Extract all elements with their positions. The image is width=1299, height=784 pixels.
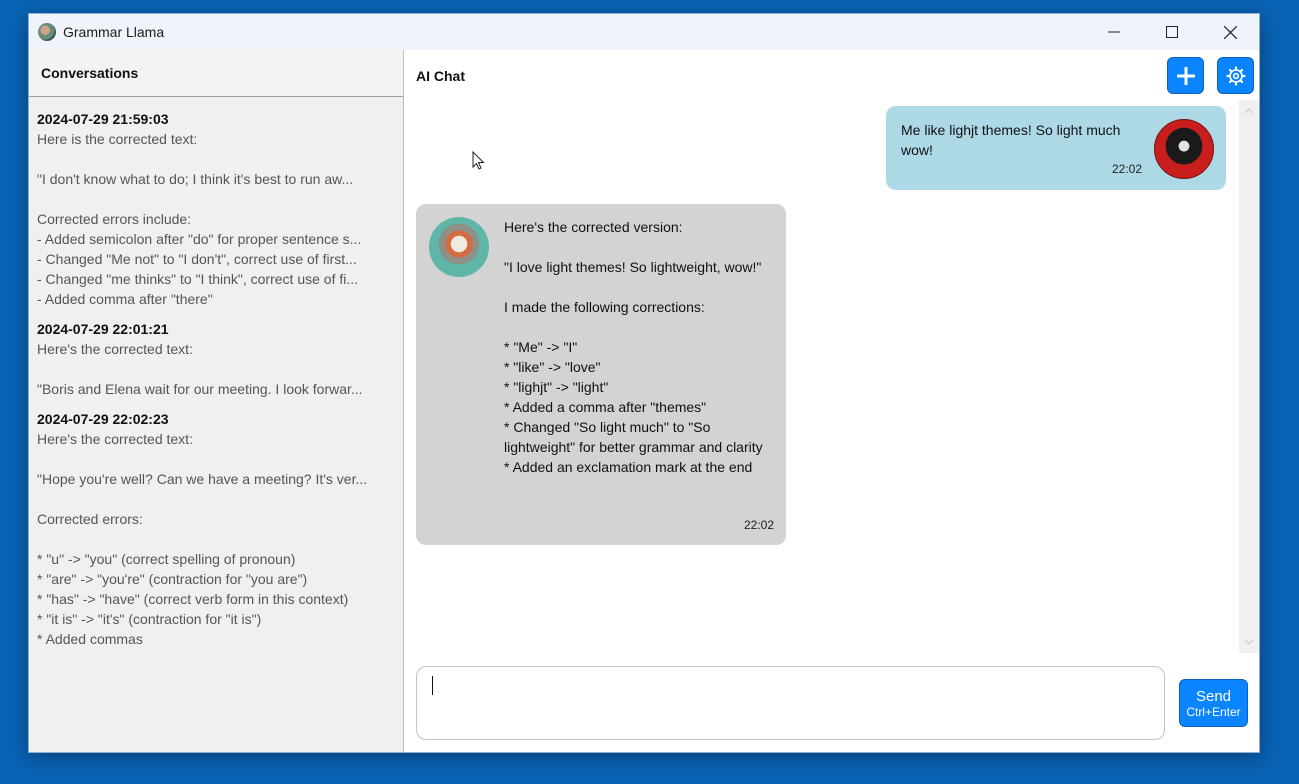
conversation-preview-line [37,189,387,209]
assistant-message-text: Here's the corrected version: "I love lig… [504,217,779,477]
conversation-preview-line: Corrected errors: [37,511,143,527]
assistant-avatar [429,217,489,277]
app-logo-icon [38,23,56,41]
conversation-preview-line: Corrected errors include: [37,211,192,227]
conversation-list: 2024-07-29 21:59:03 Here is the corrected… [29,97,403,649]
gear-icon [1225,65,1246,86]
conversation-preview-line [37,359,387,379]
conversation-preview-line: "Boris and Elena wait for our meeting. I… [37,381,363,397]
conversation-item[interactable]: 2024-07-29 22:01:21 Here's the corrected … [37,319,403,399]
chat-scrollbar[interactable] [1239,100,1259,653]
assistant-message-line: "I love light themes! So lightweight, wo… [504,259,762,275]
plus-icon [1176,66,1195,85]
chat-panel: AI Chat Me like lighjt themes! So light … [404,50,1259,752]
assistant-message: Here's the corrected version: "I love lig… [416,204,786,545]
new-chat-button[interactable] [1167,57,1204,94]
conversation-date: 2024-07-29 22:01:21 [37,321,169,337]
conversation-item[interactable]: 2024-07-29 22:02:23 Here's the corrected … [37,409,403,649]
send-button[interactable]: Send Ctrl+Enter [1179,679,1248,727]
text-caret [432,676,433,695]
minimize-button[interactable] [1085,14,1143,50]
scroll-up-icon [1244,108,1254,114]
user-avatar [1154,119,1214,179]
chat-title: AI Chat [416,68,465,84]
minimize-icon [1108,31,1120,33]
assistant-message-line [504,317,779,337]
conversation-preview-line: - Added semicolon after "do" for proper … [37,231,362,247]
conversation-preview-line: * Added commas [37,631,143,647]
assistant-message-line: Here's the corrected version: [504,219,683,235]
conversation-preview-line: * "has" -> "have" (correct verb form in … [37,591,349,607]
close-icon [1223,25,1237,39]
message-list[interactable]: Me like lighjt themes! So light much wow… [404,100,1239,653]
assistant-message-line: * "lighjt" -> "light" [504,379,609,395]
scroll-down-icon [1244,639,1254,645]
conversation-preview-line: * "u" -> "you" (correct spelling of pron… [37,551,296,567]
conversation-date: 2024-07-29 21:59:03 [37,111,169,127]
close-button[interactable] [1201,14,1259,50]
title-bar[interactable]: Grammar Llama [29,14,1259,50]
conversation-item[interactable]: 2024-07-29 21:59:03 Here is the corrected… [37,109,403,309]
send-button-label: Send [1195,688,1232,705]
conversation-preview-line: "Hope you're well? Can we have a meeting… [37,471,368,487]
assistant-message-line: * Changed "So light much" to "So lightwe… [504,419,763,455]
conversation-date: 2024-07-29 22:02:23 [37,411,169,427]
mouse-pointer-icon [472,151,485,170]
conversation-preview-line [37,449,387,469]
conversation-preview-line: - Changed "me thinks" to "I think", corr… [37,271,359,287]
conversations-sidebar: Conversations 2024-07-29 21:59:03 Here is… [29,50,404,752]
conversation-preview-line: Here's the corrected text: [37,431,193,447]
maximize-button[interactable] [1143,14,1201,50]
conversation-preview-line: "I don't know what to do; I think it's b… [37,171,354,187]
user-message: Me like lighjt themes! So light much wow… [886,106,1226,190]
conversation-preview-line: * "are" -> "you're" (contraction for "yo… [37,571,308,587]
conversation-preview-line: Here is the corrected text: [37,131,198,147]
conversation-preview-line: - Added comma after "there" [37,291,213,307]
conversation-preview-line [37,529,387,549]
assistant-message-line [504,237,779,257]
user-message-time: 22:02 [1111,162,1142,176]
assistant-message-time: 22:02 [743,518,774,532]
conversation-preview-line: Here's the corrected text: [37,341,193,357]
sidebar-header: Conversations [29,50,403,97]
user-message-text: Me like lighjt themes! So light much wow… [901,122,1121,158]
send-button-shortcut: Ctrl+Enter [1186,705,1241,719]
maximize-icon [1166,26,1178,38]
settings-button[interactable] [1217,57,1254,94]
message-input[interactable] [416,666,1165,740]
assistant-message-line [504,277,779,297]
assistant-message-line: I made the following corrections: [504,299,705,315]
assistant-message-line: * Added an exclamation mark at the end [504,459,753,475]
assistant-message-line: * Added a comma after "themes" [504,399,707,415]
window-controls [1085,14,1259,50]
conversation-preview-line: * "it is" -> "it's" (contraction for "it… [37,611,262,627]
conversation-preview-line [37,149,387,169]
conversation-preview-line: - Changed "Me not" to "I don't", correct… [37,251,357,267]
window-title: Grammar Llama [63,24,165,40]
chat-header: AI Chat [404,50,1259,100]
assistant-message-line: * "Me" -> "I" [504,339,578,355]
app-window: Grammar Llama Conversations 2024-07-29 2… [28,13,1260,753]
conversation-preview-line [37,489,387,509]
assistant-message-line: * "like" -> "love" [504,359,601,375]
